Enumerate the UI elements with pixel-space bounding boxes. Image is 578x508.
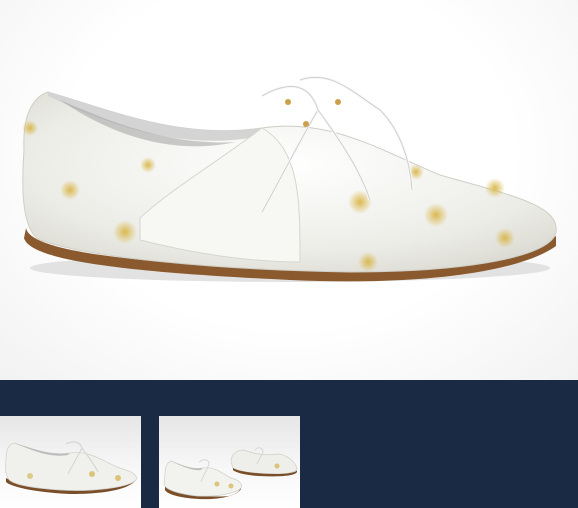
thumbnail-1[interactable] xyxy=(0,416,141,508)
shoe-icon xyxy=(5,441,137,494)
thumbnail-strip xyxy=(0,380,578,508)
main-product-image xyxy=(0,0,578,380)
shoe-icon xyxy=(22,75,557,282)
shoe-pair-icon xyxy=(163,447,298,500)
thumbnail-2[interactable] xyxy=(159,416,300,508)
